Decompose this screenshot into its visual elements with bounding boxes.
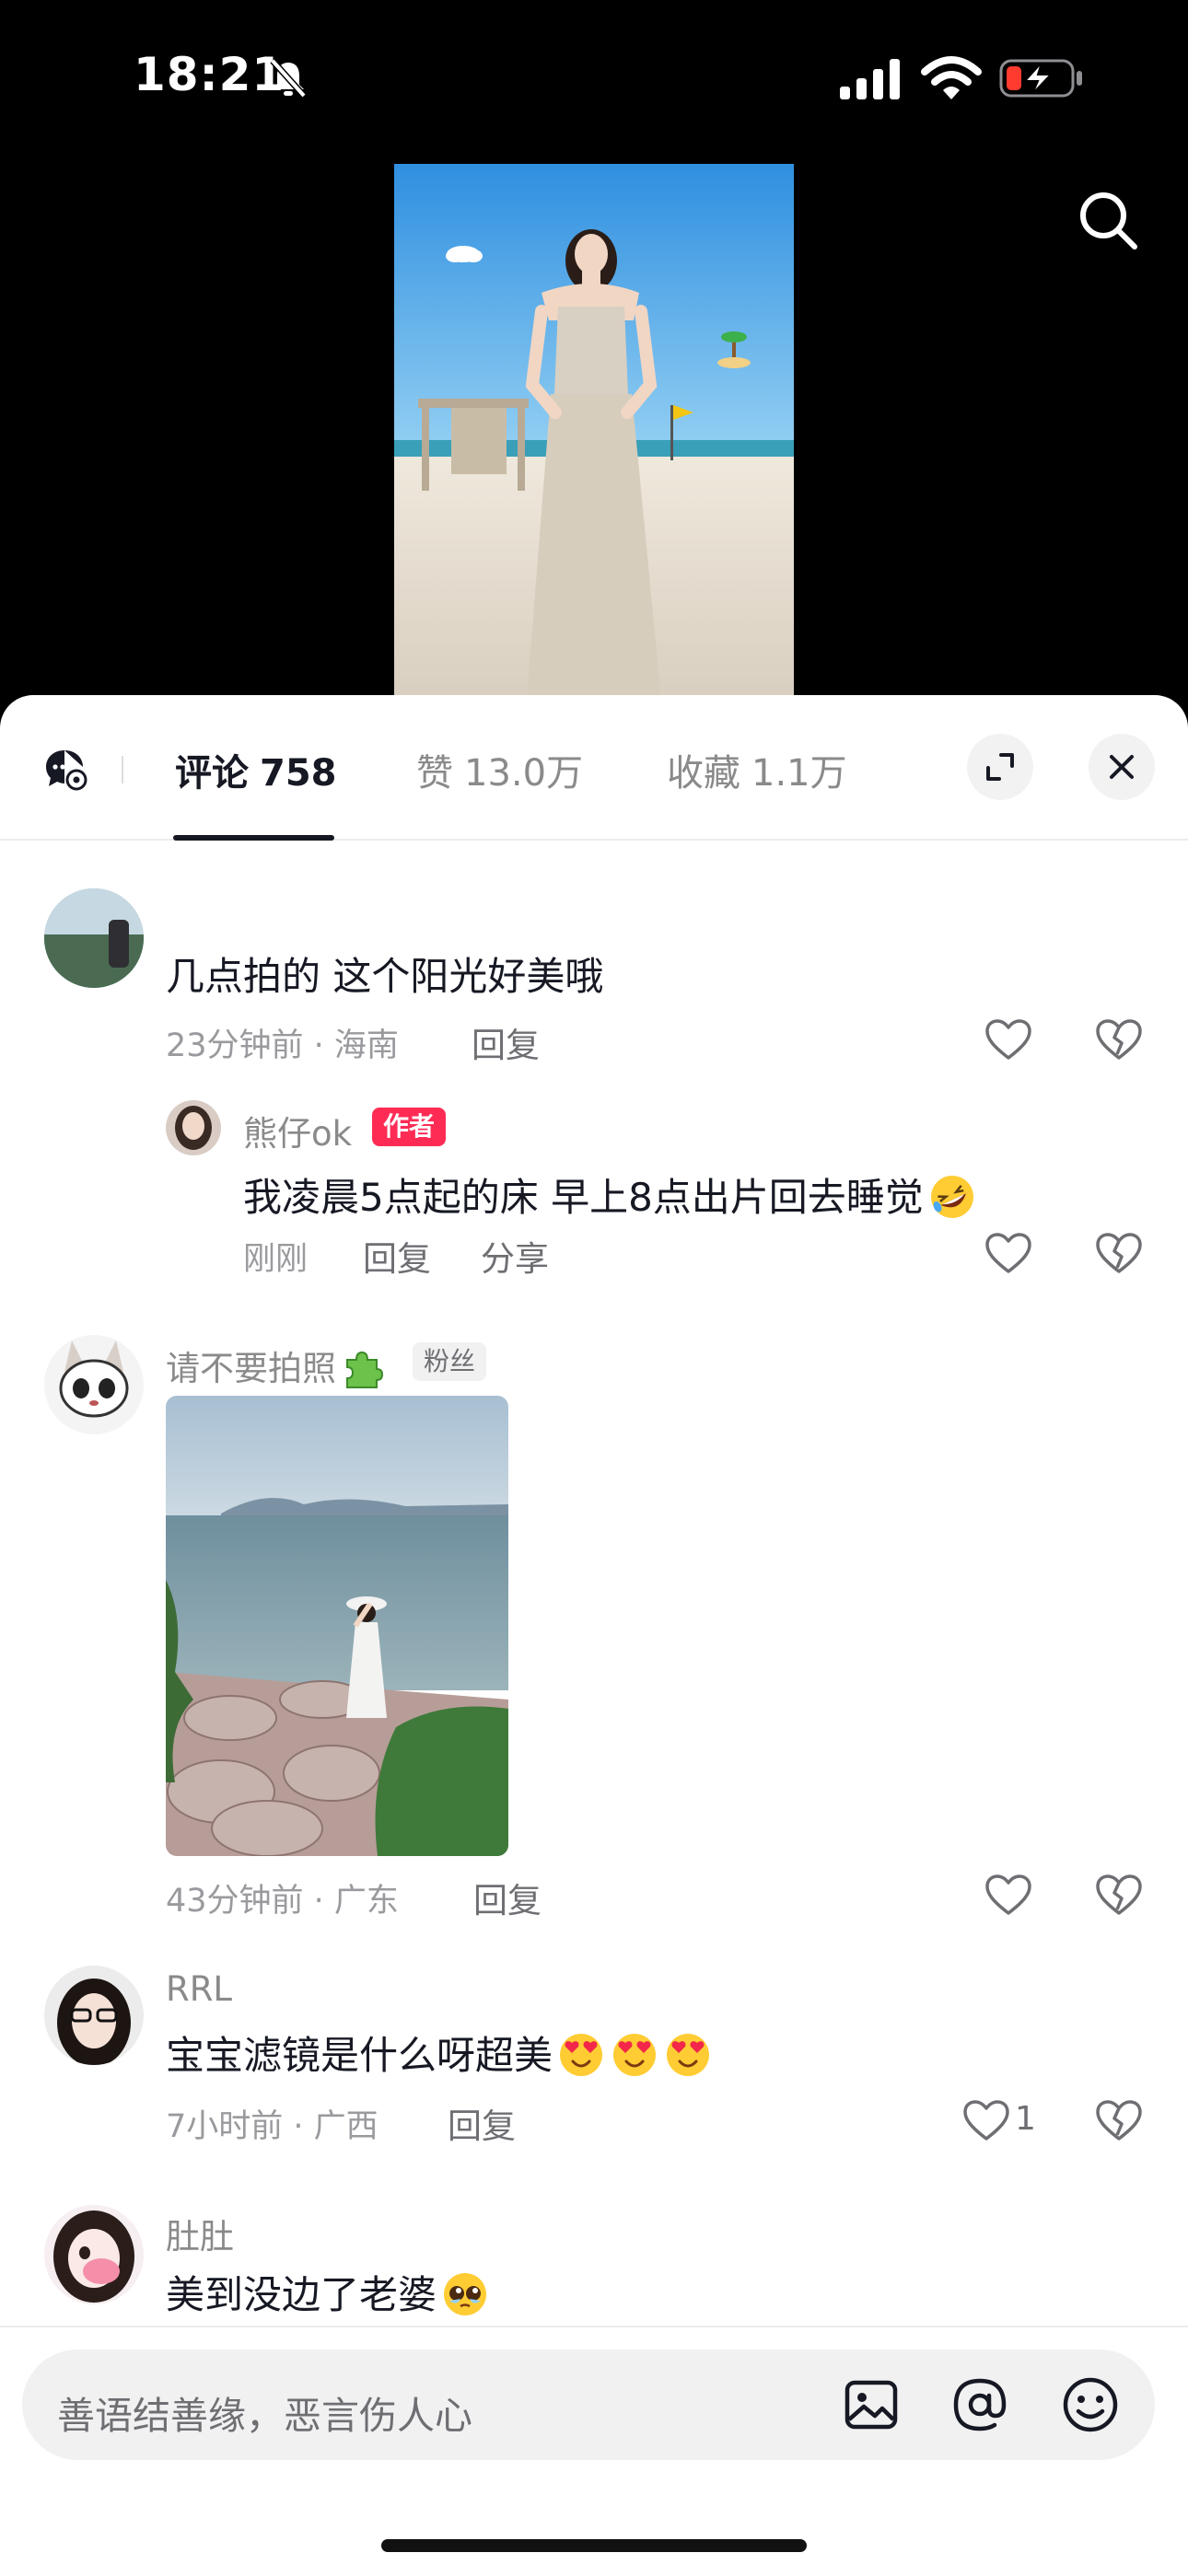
- comment-username[interactable]: 请不要拍照: [166, 1340, 384, 1390]
- avatar[interactable]: [166, 1100, 221, 1155]
- pleading-emoji: [444, 2273, 487, 2315]
- video-player[interactable]: [394, 164, 794, 700]
- comment-input-placeholder: 善语结善缘，恶言伤人心: [57, 2394, 472, 2438]
- puzzle-emoji: [346, 1351, 384, 1388]
- reply-text: 我凌晨5点起的床 早上8点出片回去睡觉: [243, 1166, 977, 1223]
- active-tab-indicator: [173, 835, 334, 841]
- comment-text-content: 宝宝滤镜是什么呀超美: [166, 2033, 553, 2078]
- rofl-emoji: [930, 1176, 973, 1218]
- tab-comments-label: 评论: [175, 752, 249, 795]
- comment-meta: 7小时前 · 广西: [166, 2108, 379, 2145]
- reply-button[interactable]: 回复: [472, 1017, 540, 1067]
- like-count: 1: [1015, 2100, 1036, 2138]
- comment-meta: 43分钟前 · 广东: [166, 1883, 399, 1920]
- wifi-icon: [921, 56, 982, 99]
- image-icon[interactable]: [840, 2373, 903, 2436]
- author-badge: 作者: [372, 1108, 447, 1146]
- reply-text-content: 我凌晨5点起的床 早上8点出片回去睡觉: [243, 1175, 924, 1220]
- cellular-signal-icon: [840, 59, 900, 99]
- avatar-image: [44, 1335, 144, 1434]
- status-time: 18:21: [134, 48, 285, 101]
- video-thumbnail: [394, 164, 794, 700]
- comment-image[interactable]: [166, 1396, 508, 1856]
- tab-likes-count: 13.0万: [464, 752, 584, 795]
- expand-button[interactable]: [967, 734, 1033, 800]
- avatar[interactable]: [44, 888, 144, 988]
- close-button[interactable]: [1089, 734, 1155, 800]
- reply-username[interactable]: 熊仔ok: [243, 1106, 352, 1155]
- comment-text-content: 美到没边了老婆: [166, 2272, 437, 2317]
- status-bar: 18:21: [0, 0, 1188, 166]
- heart-icon[interactable]: [984, 1873, 1033, 1917]
- tab-likes-label: 赞: [416, 752, 453, 795]
- silent-bell-icon: [270, 58, 307, 99]
- reply-button[interactable]: 回复: [473, 1873, 542, 1922]
- avatar[interactable]: [44, 2205, 144, 2304]
- reply-button[interactable]: 回复: [363, 1231, 431, 1281]
- comment-text: 宝宝滤镜是什么呀超美: [166, 2025, 713, 2081]
- home-indicator[interactable]: [381, 2539, 807, 2552]
- emoji-icon[interactable]: [1059, 2373, 1122, 2436]
- tab-favorites-label: 收藏: [667, 752, 740, 795]
- heart-icon[interactable]: [961, 2098, 1011, 2142]
- avatar-image: [44, 2205, 144, 2304]
- avatar-image: [44, 888, 144, 988]
- avatar[interactable]: [44, 1335, 144, 1434]
- tabs-divider: [122, 756, 123, 783]
- close-icon: [1110, 755, 1134, 779]
- broken-heart-icon[interactable]: [1094, 1871, 1144, 1919]
- tab-favorites[interactable]: 收藏 1.1万: [667, 743, 847, 796]
- heart-eyes-emoji: [613, 2034, 657, 2076]
- tab-favorites-count: 1.1万: [751, 752, 847, 795]
- reply-meta: 刚刚: [243, 1241, 309, 1278]
- search-icon[interactable]: [1076, 188, 1140, 252]
- comment-username[interactable]: RRL: [166, 1969, 232, 2009]
- comment-input[interactable]: 善语结善缘，恶言伤人心: [22, 2350, 1155, 2460]
- share-button[interactable]: 分享: [481, 1231, 549, 1281]
- tab-likes[interactable]: 赞 13.0万: [416, 743, 583, 796]
- avatar-image: [166, 1100, 221, 1155]
- broken-heart-icon[interactable]: [1094, 1015, 1144, 1063]
- avatar[interactable]: [44, 1966, 144, 2065]
- fan-badge: 粉丝: [413, 1342, 487, 1381]
- heart-eyes-emoji: [560, 2034, 603, 2076]
- expand-icon: [986, 753, 1014, 781]
- comment-username[interactable]: 肚肚: [166, 2209, 234, 2258]
- at-icon[interactable]: [949, 2373, 1011, 2436]
- comment-text: 美到没边了老婆: [166, 2264, 490, 2320]
- battery-charging-icon: [999, 59, 1082, 98]
- heart-icon[interactable]: [984, 1231, 1033, 1275]
- avatar-image: [44, 1966, 144, 2065]
- heart-icon[interactable]: [984, 1017, 1033, 1062]
- tab-comments[interactable]: 评论 758: [175, 743, 337, 796]
- comment-input-bar: 善语结善缘，恶言伤人心: [0, 2326, 1188, 2576]
- comments-sheet: 评论 758 赞 13.0万 收藏 1.1万 几点拍的 这个阳光好美哦 23分钟…: [0, 695, 1188, 2574]
- tab-comments-count: 758: [260, 752, 337, 795]
- danmaku-settings-icon[interactable]: [44, 747, 88, 791]
- comment-text: 几点拍的 这个阳光好美哦: [166, 954, 604, 999]
- comment-meta: 23分钟前 · 海南: [166, 1027, 399, 1064]
- heart-eyes-emoji: [667, 2034, 710, 2076]
- comment-username-text: 请不要拍照: [166, 1349, 336, 1388]
- reply-button[interactable]: 回复: [448, 2098, 516, 2148]
- comments-tabs: 评论 758 赞 13.0万 收藏 1.1万: [0, 695, 1188, 841]
- broken-heart-icon[interactable]: [1094, 1229, 1144, 1277]
- beach-photo-image: [166, 1396, 508, 1856]
- broken-heart-icon[interactable]: [1094, 2096, 1144, 2144]
